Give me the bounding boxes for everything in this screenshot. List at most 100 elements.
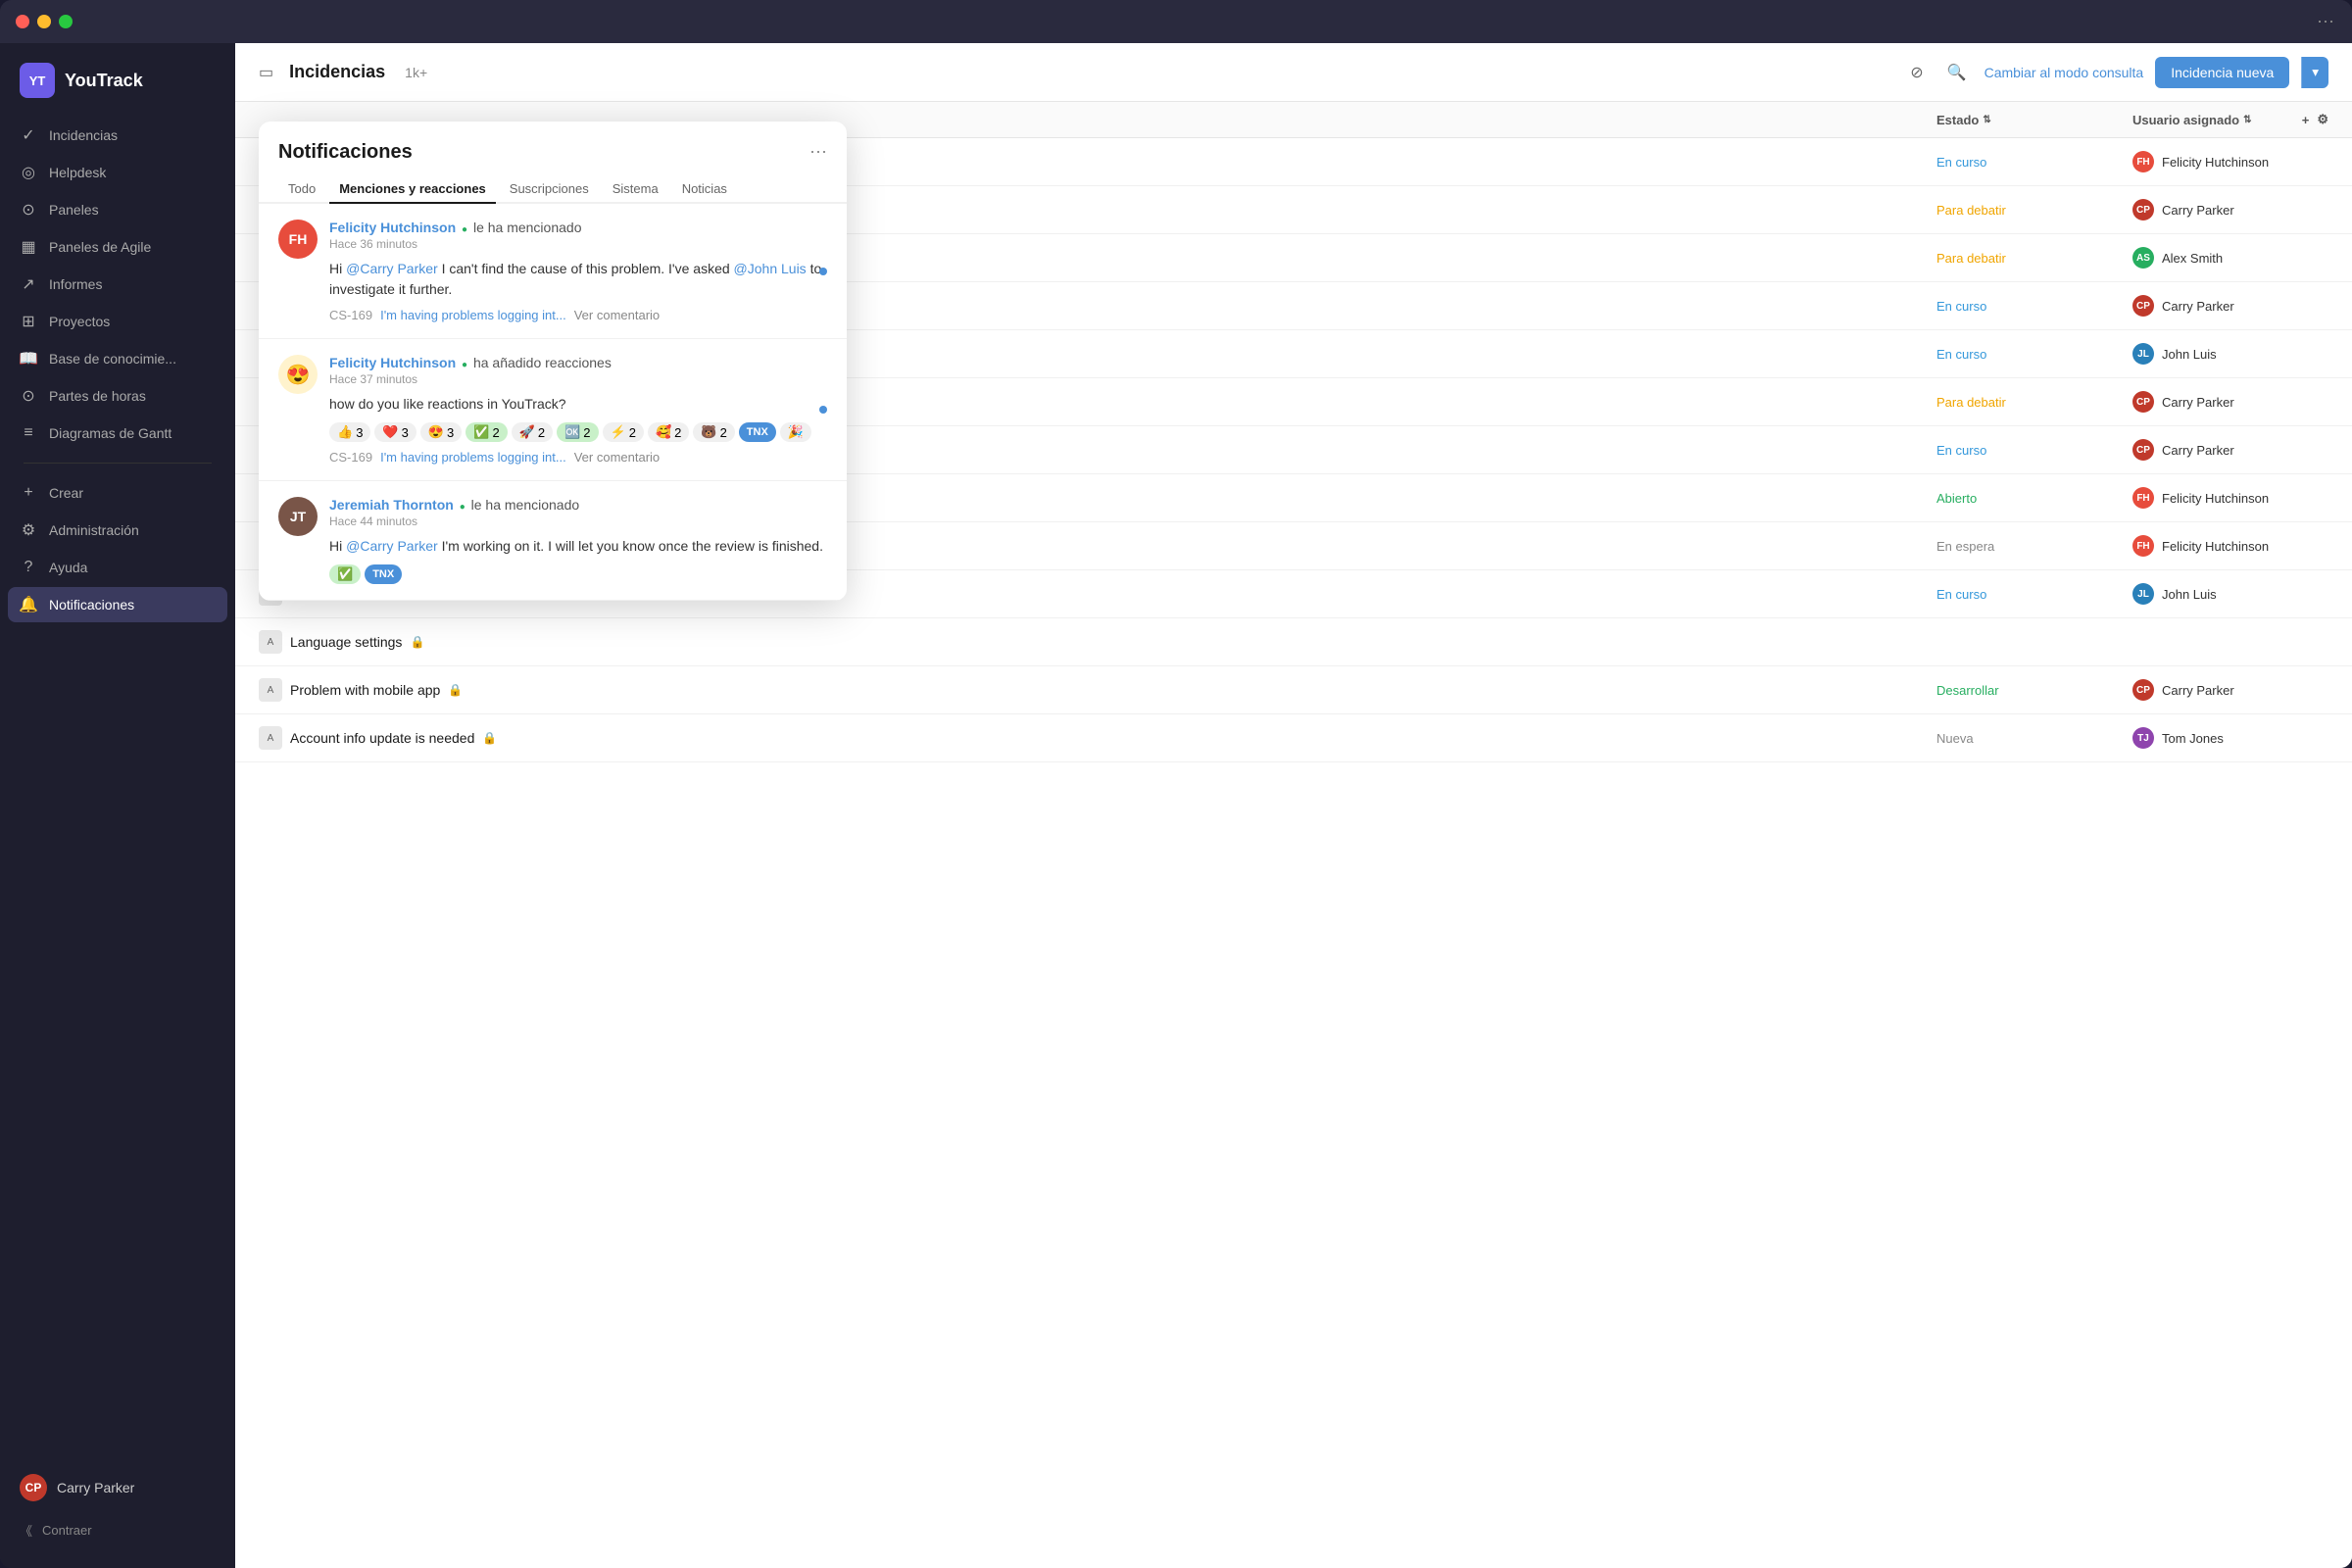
change-mode-button[interactable]: Cambiar al modo consulta	[1984, 65, 2144, 80]
issue-title[interactable]: I'm having problems logging int...	[380, 450, 566, 465]
unread-dot	[819, 268, 827, 275]
online-indicator: ●	[462, 360, 467, 370]
window-menu-icon[interactable]: ⋯	[2317, 12, 2336, 32]
col-header-estado[interactable]: Estado ⇅	[1936, 112, 2132, 127]
notif-user-action: Felicity Hutchinson ● ha añadido reaccio…	[329, 355, 827, 370]
new-incident-dropdown[interactable]: ▾	[2301, 57, 2328, 88]
notif-user-row: JT Jeremiah Thornton ● le ha mencionado …	[278, 497, 827, 584]
sidebar-item-ayuda[interactable]: ? Ayuda	[8, 550, 227, 585]
sidebar-label-proyectos: Proyectos	[49, 314, 110, 329]
reaction-row: 👍 3 ❤️ 3 😍 3 ✅ 2 🚀 2 🆗 2 ⚡ 2 🥰 2 🐻 2 TNX	[329, 422, 827, 442]
new-incident-button[interactable]: Incidencia nueva	[2155, 57, 2289, 88]
notif-body: Jeremiah Thornton ● le ha mencionado Hac…	[329, 497, 827, 584]
user-name: Carry Parker	[2162, 203, 2234, 218]
row-title-text: Account info update is needed	[290, 730, 474, 746]
sidebar-item-proyectos[interactable]: ⊞ Proyectos	[8, 304, 227, 339]
informes-icon: ↗	[20, 275, 37, 293]
mini-avatar: FH	[2132, 151, 2154, 172]
topbar-actions: ⊘ 🔍 Cambiar al modo consulta Incidencia …	[1904, 57, 2328, 88]
tab-suscripciones[interactable]: Suscripciones	[500, 175, 599, 204]
add-column-icon[interactable]: +	[2302, 113, 2310, 127]
status-badge: Para debatir	[1936, 251, 2132, 266]
status-badge: En curso	[1936, 299, 2132, 314]
filter-icon[interactable]: ⊘	[1904, 57, 1929, 88]
assigned-user: CP Carry Parker	[2132, 295, 2328, 317]
sidebar-item-incidencias[interactable]: ✓ Incidencias	[8, 118, 227, 153]
avatar: JT	[278, 497, 318, 536]
mini-avatar: AS	[2132, 247, 2154, 269]
notifications-panel: Notificaciones ⋯ Todo Menciones y reacci…	[259, 122, 847, 601]
sidebar-item-paneles-agile[interactable]: ▦ Paneles de Agile	[8, 229, 227, 265]
mini-avatar: CP	[2132, 439, 2154, 461]
view-comment-button[interactable]: Ver comentario	[574, 450, 660, 465]
sidebar-item-notificaciones[interactable]: 🔔 Notificaciones	[8, 587, 227, 622]
diagramas-icon: ≡	[20, 424, 37, 442]
row-title-text: Problem with mobile app	[290, 682, 440, 698]
row-title: A Language settings 🔒	[259, 630, 1936, 654]
table-row: A Language settings 🔒	[235, 618, 2352, 666]
sidebar-item-paneles[interactable]: ⊙ Paneles	[8, 192, 227, 227]
mention: @Carry Parker	[346, 538, 438, 554]
tab-todo[interactable]: Todo	[278, 175, 325, 204]
mini-avatar: CP	[2132, 679, 2154, 701]
tab-sistema[interactable]: Sistema	[603, 175, 668, 204]
row-title: A Account info update is needed 🔒	[259, 726, 1936, 750]
issue-title[interactable]: I'm having problems logging int...	[380, 308, 566, 322]
mini-avatar: JL	[2132, 583, 2154, 605]
collapse-row[interactable]: 《 Contraer	[8, 1512, 227, 1548]
base-icon: 📖	[20, 350, 37, 368]
notification-item[interactable]: 😍 Felicity Hutchinson ● ha añadido reacc…	[259, 339, 847, 481]
sidebar-divider	[24, 463, 212, 464]
maximize-button[interactable]	[59, 15, 73, 28]
sidebar-item-administracion[interactable]: ⚙ Administración	[8, 513, 227, 548]
sidebar-item-informes[interactable]: ↗ Informes	[8, 267, 227, 302]
notif-menu-icon[interactable]: ⋯	[809, 142, 827, 163]
close-button[interactable]	[16, 15, 29, 28]
sidebar-item-diagramas[interactable]: ≡ Diagramas de Gantt	[8, 416, 227, 451]
user-name: Alex Smith	[2162, 251, 2223, 266]
notif-time: Hace 37 minutos	[329, 372, 827, 386]
mini-avatar: CP	[2132, 295, 2154, 317]
sidebar-item-base-conocimiento[interactable]: 📖 Base de conocimie...	[8, 341, 227, 376]
user-name: John Luis	[2162, 587, 2217, 602]
search-icon[interactable]: 🔍	[1941, 57, 1973, 88]
settings-icon[interactable]: ⚙	[2317, 112, 2328, 127]
assigned-user: CP Carry Parker	[2132, 391, 2328, 413]
user-profile-row[interactable]: CP Carry Parker	[8, 1465, 227, 1510]
helpdesk-icon: ◎	[20, 164, 37, 181]
notif-username: Jeremiah Thornton	[329, 497, 454, 513]
paneles-icon: ⊙	[20, 201, 37, 219]
sidebar-item-helpdesk[interactable]: ◎ Helpdesk	[8, 155, 227, 190]
tab-menciones[interactable]: Menciones y reacciones	[329, 175, 496, 204]
minimize-button[interactable]	[37, 15, 51, 28]
col-header-usuario[interactable]: Usuario asignado ⇅ + ⚙	[2132, 112, 2328, 127]
notif-body: Felicity Hutchinson ● ha añadido reaccio…	[329, 355, 827, 465]
view-comment-button[interactable]: Ver comentario	[574, 308, 660, 322]
assigned-user: JL John Luis	[2132, 343, 2328, 365]
notification-item[interactable]: JT Jeremiah Thornton ● le ha mencionado …	[259, 481, 847, 601]
sidebar-label-admin: Administración	[49, 522, 139, 538]
sidebar-item-partes-horas[interactable]: ⊙ Partes de horas	[8, 378, 227, 414]
assigned-user: FH Felicity Hutchinson	[2132, 535, 2328, 557]
assigned-user: FH Felicity Hutchinson	[2132, 487, 2328, 509]
logo-icon: YT	[20, 63, 55, 98]
user-name: Tom Jones	[2162, 731, 2224, 746]
reaction-badge: 🥰 2	[648, 422, 689, 442]
lock-icon: 🔒	[482, 731, 497, 745]
sidebar-item-crear[interactable]: + Crear	[8, 475, 227, 511]
chevron-left-icon: 《	[20, 1521, 32, 1540]
user-name: Carry Parker	[2162, 395, 2234, 410]
tab-noticias[interactable]: Noticias	[672, 175, 737, 204]
user-name: Felicity Hutchinson	[2162, 155, 2269, 170]
mini-avatar: CP	[2132, 199, 2154, 220]
notif-action: ha añadido reacciones	[473, 355, 612, 370]
status-badge: En espera	[1936, 539, 2132, 554]
notification-item[interactable]: FH Felicity Hutchinson ● le ha mencionad…	[259, 204, 847, 339]
row-icon: A	[259, 630, 282, 654]
notif-username: Felicity Hutchinson	[329, 220, 456, 235]
notif-link: CS-169 I'm having problems logging int..…	[329, 308, 827, 322]
sidebar-label-diagramas: Diagramas de Gantt	[49, 425, 172, 441]
reaction-badge: TNX	[739, 422, 776, 442]
notif-link: CS-169 I'm having problems logging int..…	[329, 450, 827, 465]
status-badge: Para debatir	[1936, 203, 2132, 218]
